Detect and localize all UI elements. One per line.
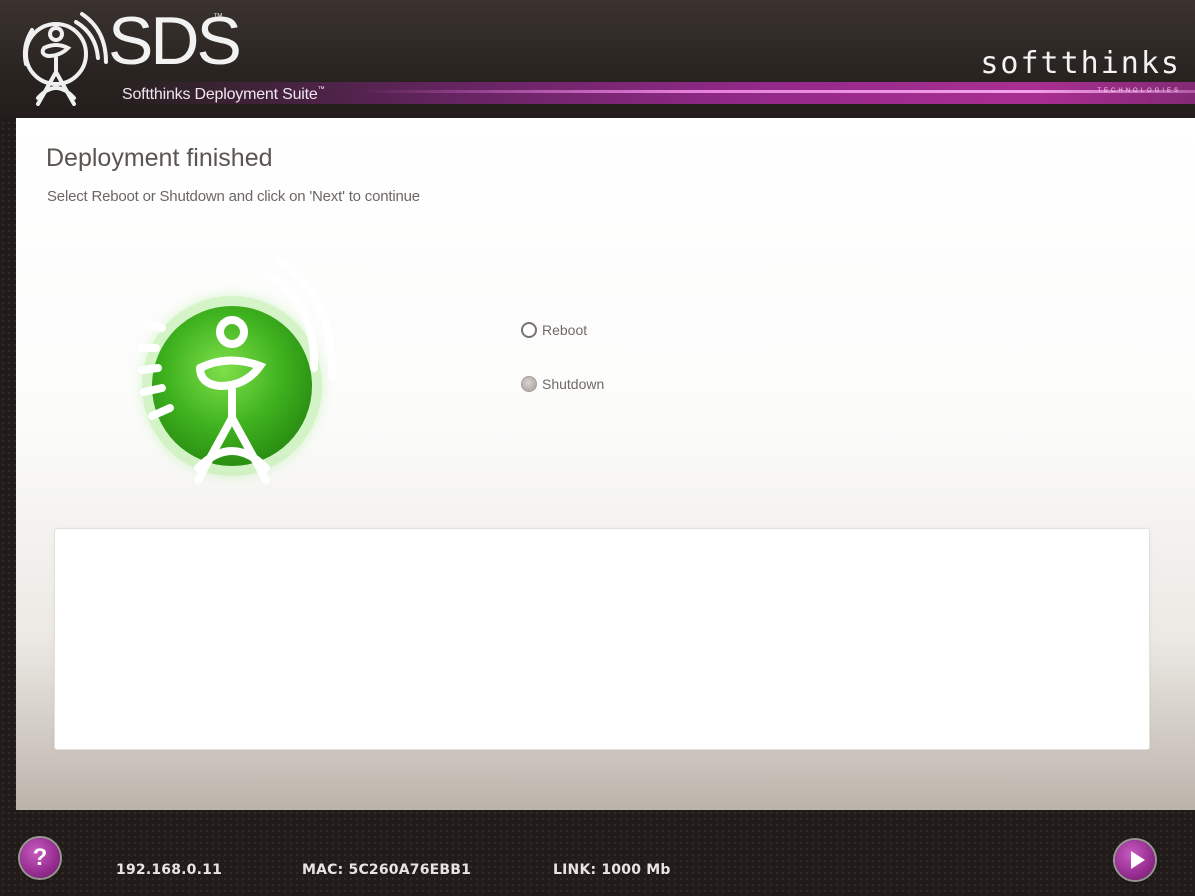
reboot-option[interactable]: Reboot — [521, 318, 587, 342]
log-output-area — [54, 528, 1150, 750]
product-name-text: Softthinks Deployment Suite — [122, 86, 318, 103]
product-acronym-trademark: ™ — [213, 12, 223, 23]
mac-address: MAC: 5C260A76EBB1 — [302, 862, 472, 878]
page-title: Deployment finished — [46, 144, 273, 172]
deployment-complete-icon — [138, 258, 337, 484]
page-instruction: Select Reboot or Shutdown and click on '… — [47, 188, 420, 205]
link-speed: LINK: 1000 Mb — [553, 862, 671, 878]
ip-address: 192.168.0.11 — [116, 862, 223, 878]
shutdown-radio[interactable] — [521, 376, 537, 392]
next-button[interactable] — [1115, 840, 1155, 880]
reboot-label: Reboot — [542, 322, 588, 338]
play-arrow-icon — [1131, 851, 1145, 869]
product-name-trademark: ™ — [317, 86, 325, 93]
question-mark-icon: ? — [32, 844, 48, 871]
help-button[interactable]: ? — [20, 838, 60, 878]
header: SDS ™ Softthinks Deployment Suite™ softt… — [0, 0, 1195, 118]
shutdown-option[interactable]: Shutdown — [521, 372, 604, 396]
header-accent-line — [360, 90, 1195, 93]
brand-logo: softthinks — [980, 46, 1181, 81]
main-panel: Deployment finished Select Reboot or Shu… — [16, 118, 1195, 810]
sds-logo-icon — [22, 12, 108, 106]
product-name: Softthinks Deployment Suite™ — [122, 86, 325, 104]
brand-tagline: TECHNOLOGIES — [1097, 88, 1181, 94]
reboot-radio[interactable] — [521, 322, 537, 338]
shutdown-label: Shutdown — [542, 376, 605, 392]
footer: ? 192.168.0.11 MAC: 5C260A76EBB1 LINK: 1… — [0, 810, 1195, 896]
